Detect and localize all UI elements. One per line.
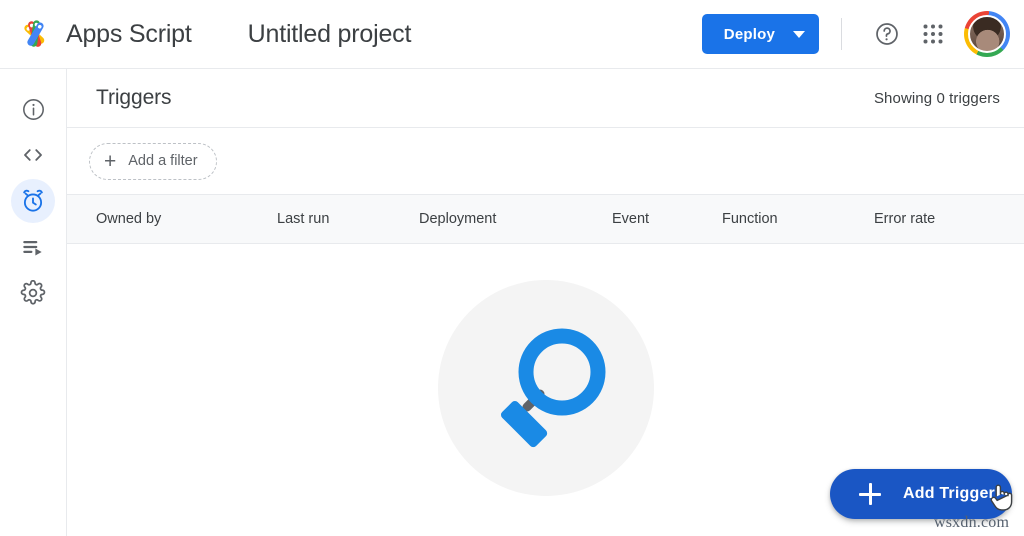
deploy-button[interactable]: Deploy (702, 14, 819, 54)
plus-icon: + (104, 151, 116, 172)
magnifying-glass-illustration-icon (461, 303, 631, 473)
sidebar-item-project-settings[interactable] (11, 271, 55, 315)
chevron-down-icon (793, 31, 805, 38)
toolbar-divider (841, 18, 842, 50)
triggers-table-header: Owned by Last run Deployment Event Funct… (67, 194, 1024, 244)
triggers-page: Triggers Showing 0 triggers + Add a filt… (67, 69, 1024, 536)
project-title[interactable]: Untitled project (248, 20, 412, 49)
apps-script-logo-icon (16, 15, 54, 53)
apps-script-window: Apps Script Untitled project Deploy (0, 0, 1024, 536)
add-trigger-button[interactable]: Add Trigger (830, 469, 1012, 519)
column-header-function: Function (722, 211, 778, 227)
empty-state-circle (438, 280, 654, 496)
sidebar-item-executions[interactable] (11, 225, 55, 269)
triggers-count-text: Showing 0 triggers (874, 90, 1000, 107)
avatar-photo (968, 15, 1006, 53)
sidebar-item-triggers[interactable] (11, 179, 55, 223)
page-title: Triggers (96, 86, 171, 110)
add-trigger-label: Add Trigger (903, 485, 995, 503)
column-header-event: Event (612, 211, 649, 227)
sidebar-item-overview[interactable] (11, 87, 55, 131)
filter-row: + Add a filter (67, 128, 1024, 194)
deploy-button-label: Deploy (724, 26, 775, 43)
help-circle-icon[interactable] (870, 17, 904, 51)
avatar[interactable] (964, 11, 1010, 57)
column-header-owned-by: Owned by (96, 211, 161, 227)
plus-icon (859, 483, 881, 505)
add-filter-chip[interactable]: + Add a filter (89, 143, 217, 180)
watermark: wsxdn.com (934, 514, 1009, 532)
column-header-deployment: Deployment (419, 211, 496, 227)
column-header-error-rate: Error rate (874, 211, 935, 227)
apps-grid-icon[interactable] (916, 17, 950, 51)
brand-area[interactable]: Apps Script (16, 15, 192, 53)
column-header-last-run: Last run (277, 211, 329, 227)
top-app-bar: Apps Script Untitled project Deploy (0, 0, 1024, 69)
left-nav-rail (0, 69, 67, 536)
sidebar-item-editor[interactable] (11, 133, 55, 177)
add-filter-label: Add a filter (128, 153, 197, 169)
brand-name: Apps Script (66, 20, 192, 49)
page-header: Triggers Showing 0 triggers (67, 69, 1024, 128)
topbar-actions: Deploy (702, 11, 1010, 57)
